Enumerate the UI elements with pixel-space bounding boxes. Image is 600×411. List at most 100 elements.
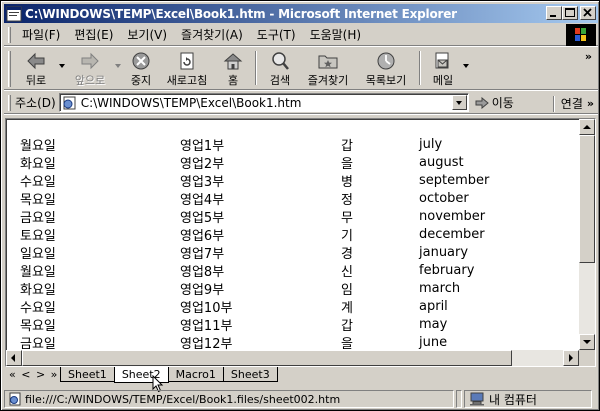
- forward-button[interactable]: 앞으로: [67, 48, 113, 88]
- table-row: 화요일 영업9부 임 march: [20, 279, 539, 298]
- menu-edit[interactable]: 편집(E): [67, 26, 120, 43]
- mail-dropdown[interactable]: [461, 48, 471, 88]
- favorites-label: 즐겨찾기: [307, 74, 349, 87]
- refresh-icon: [176, 51, 198, 71]
- sheet-tab-sheet3[interactable]: Sheet3: [222, 367, 278, 382]
- addressbar-grip[interactable]: [8, 94, 11, 111]
- table-cell: 영업4부: [180, 192, 225, 208]
- status-text: file:///C:/WINDOWS/TEMP/Excel/Book1.file…: [25, 392, 341, 406]
- links-toolbar[interactable]: 연결 »: [552, 95, 594, 112]
- address-label: 주소(D): [15, 96, 56, 110]
- sheet-tab-macro1[interactable]: Macro1: [167, 367, 224, 382]
- table-cell: august: [419, 154, 464, 170]
- mail-label: 메일: [432, 74, 454, 87]
- scroll-up-button[interactable]: [579, 119, 595, 135]
- table-cell: 정: [341, 192, 353, 208]
- table-row: 금요일 영업5부 무 november: [20, 207, 539, 226]
- table-cell: 월요일: [20, 138, 56, 154]
- table-cell: 무: [341, 210, 353, 226]
- vertical-scroll-thumb[interactable]: [579, 135, 595, 263]
- toolbar-separator: [255, 51, 257, 85]
- refresh-button[interactable]: 새로고침: [159, 48, 215, 88]
- menu-favorites[interactable]: 즐겨찾기(A): [174, 26, 250, 43]
- minimize-icon: [550, 15, 556, 17]
- scrollbar-corner: [579, 350, 595, 366]
- table-cell: 금요일: [20, 336, 56, 352]
- table-row: 수요일 영업10부 계 april: [20, 297, 539, 316]
- links-more-chevron[interactable]: »: [587, 97, 594, 110]
- table-cell: 목요일: [20, 192, 56, 208]
- address-bar: 주소(D) C:\WINDOWS\TEMP\Excel\Book1.htm 이동…: [4, 92, 598, 114]
- table-cell: 영업7부: [180, 246, 225, 262]
- status-progress-pane: [456, 390, 462, 408]
- table-cell: 을: [341, 336, 353, 352]
- home-button[interactable]: 홈: [215, 48, 251, 88]
- table-cell: 갑: [341, 318, 353, 334]
- table-row: 토요일 영업6부 기 december: [20, 225, 539, 244]
- scroll-left-button[interactable]: [6, 350, 22, 366]
- table-cell: 영업11부: [180, 318, 233, 334]
- vertical-scrollbar[interactable]: [579, 119, 595, 350]
- menu-view[interactable]: 보기(V): [120, 26, 174, 43]
- page-content: 월요일 영업1부 갑 july 화요일 영업2부 을 august 수요일 영업3부 병 septem…: [5, 118, 596, 367]
- favorites-button[interactable]: 즐겨찾기: [299, 48, 357, 88]
- table-cell: 영업12부: [180, 336, 233, 352]
- forward-dropdown[interactable]: [113, 48, 123, 88]
- menu-file[interactable]: 파일(F): [15, 26, 67, 43]
- address-dropdown-button[interactable]: [451, 95, 467, 110]
- menu-help[interactable]: 도움말(H): [303, 26, 369, 43]
- table-cell: 영업1부: [180, 138, 225, 154]
- table-cell: 화요일: [20, 156, 56, 172]
- stop-label: 중지: [130, 74, 152, 87]
- history-button[interactable]: 목록보기: [357, 48, 415, 88]
- close-button[interactable]: [580, 6, 596, 20]
- sheet-nav-buttons[interactable]: « < > »: [5, 367, 61, 381]
- search-button[interactable]: 검색: [261, 48, 299, 88]
- search-label: 검색: [269, 74, 291, 87]
- toolbar-separator: [419, 51, 421, 85]
- table-row: 월요일 영업8부 신 february: [20, 261, 539, 280]
- table-row: 일요일 영업7부 경 january: [20, 243, 539, 262]
- sheet-tabs-bar: « < > » Sheet1 Sheet2 Macro1 Sheet3: [5, 367, 596, 384]
- table-cell: 목요일: [20, 318, 56, 334]
- minimize-button[interactable]: [546, 6, 562, 20]
- horizontal-scrollbar[interactable]: [6, 350, 579, 366]
- horizontal-scroll-thumb[interactable]: [22, 350, 512, 366]
- table-row: 화요일 영업2부 을 august: [20, 153, 539, 172]
- table-cell: march: [419, 280, 461, 296]
- table-cell: 영업9부: [180, 282, 225, 298]
- back-button[interactable]: 뒤로: [15, 48, 57, 88]
- home-icon: [222, 51, 244, 71]
- table-row: 월요일 영업1부 갑 july: [20, 135, 539, 154]
- sheet-tab-sheet1[interactable]: Sheet1: [60, 367, 115, 382]
- scroll-right-button[interactable]: [563, 350, 579, 366]
- back-dropdown[interactable]: [57, 48, 67, 88]
- stop-button[interactable]: 중지: [123, 48, 159, 88]
- table-cell: february: [419, 262, 475, 278]
- menubar-grip[interactable]: [8, 26, 11, 43]
- go-arrow-icon: [475, 96, 489, 109]
- status-main-pane: file:///C:/WINDOWS/TEMP/Excel/Book1.file…: [4, 390, 454, 408]
- table-cell: january: [419, 244, 469, 260]
- go-button[interactable]: 이동: [475, 94, 514, 111]
- favorites-folder-icon: [317, 51, 339, 71]
- title-bar[interactable]: C:\WINDOWS\TEMP\Excel\Book1.htm - Micros…: [4, 4, 598, 23]
- table-row: 금요일 영업12부 을 june: [20, 333, 539, 352]
- toolbar-more-chevron[interactable]: »: [585, 50, 592, 63]
- table-cell: 수요일: [20, 174, 56, 190]
- table-cell: may: [419, 316, 448, 332]
- status-bar: file:///C:/WINDOWS/TEMP/Excel/Book1.file…: [4, 389, 598, 409]
- address-input[interactable]: C:\WINDOWS\TEMP\Excel\Book1.htm: [58, 93, 469, 112]
- menu-tools[interactable]: 도구(T): [250, 26, 303, 43]
- toolbar-grip[interactable]: [8, 51, 11, 87]
- table-cell: 일요일: [20, 246, 56, 262]
- window-title: C:\WINDOWS\TEMP\Excel\Book1.htm - Micros…: [25, 6, 457, 21]
- table-cell: december: [419, 226, 485, 242]
- scroll-down-button[interactable]: [579, 334, 595, 350]
- mail-button[interactable]: 메일: [425, 48, 461, 88]
- table-cell: 기: [341, 228, 353, 244]
- windows-logo-icon: [566, 24, 596, 46]
- page-icon: [8, 392, 22, 406]
- table-cell: november: [419, 208, 486, 224]
- maximize-button[interactable]: [562, 6, 578, 20]
